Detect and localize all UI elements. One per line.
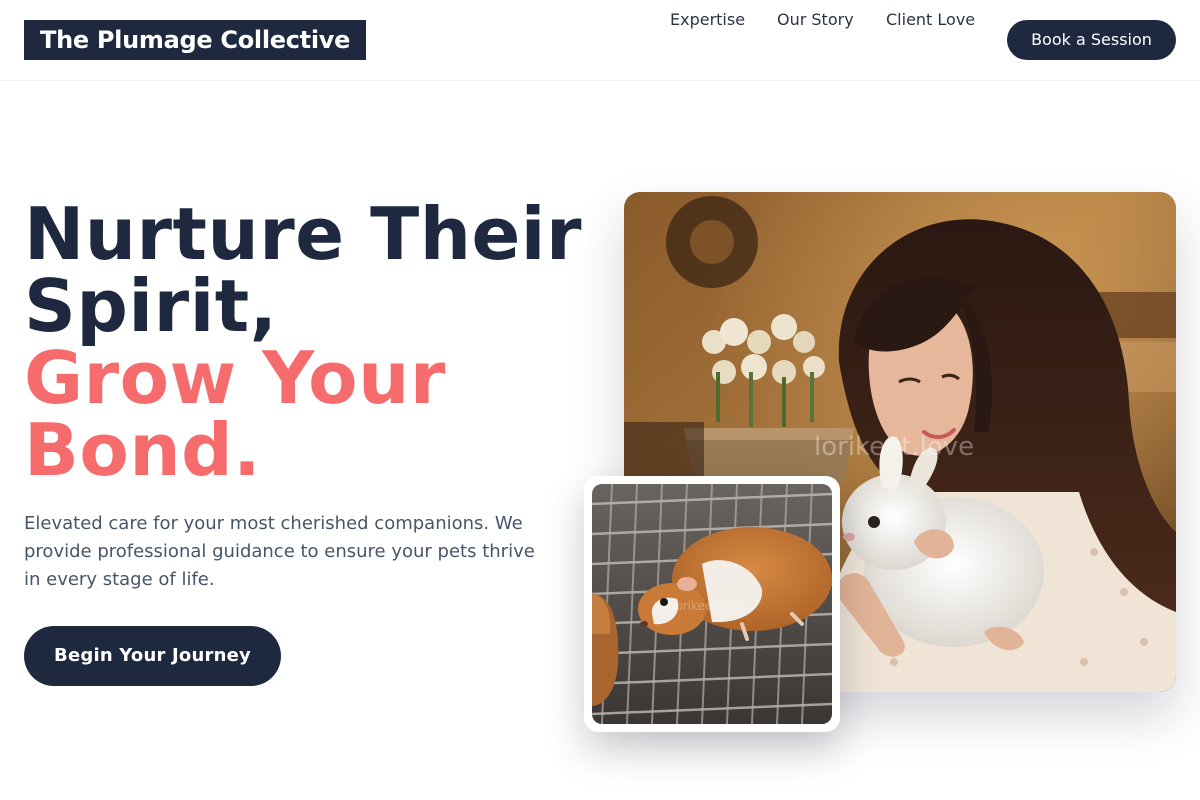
brand-logo[interactable]: The Plumage Collective bbox=[24, 20, 367, 60]
book-session-button[interactable]: Book a Session bbox=[1007, 20, 1176, 60]
small-photo-watermark: lorikeet.love bbox=[672, 599, 746, 613]
nav-link-expertise[interactable]: Expertise bbox=[670, 0, 745, 40]
nav-link-client-love[interactable]: Client Love bbox=[886, 0, 975, 40]
site-header: The Plumage Collective Expertise Our Sto… bbox=[0, 0, 1200, 81]
hero-heading-line-3: Grow Your bbox=[24, 336, 446, 420]
main-photo-watermark: lorikeet.love bbox=[814, 432, 975, 462]
hero-heading-line-1: Nurture Their bbox=[24, 192, 582, 276]
guinea-pig-photo-frame: lorikeet.love bbox=[584, 476, 840, 732]
hero-heading-line-2: Spirit, bbox=[24, 264, 278, 348]
begin-journey-button[interactable]: Begin Your Journey bbox=[24, 626, 281, 686]
hero-heading-line-4: Bond. bbox=[24, 408, 261, 492]
nav-link-our-story[interactable]: Our Story bbox=[777, 0, 854, 40]
hero-photo-guinea-pig: lorikeet.love bbox=[592, 484, 832, 724]
hero-heading: Nurture Their Spirit, Grow Your Bond. bbox=[24, 198, 604, 486]
hero-description: Elevated care for your most cherished co… bbox=[24, 513, 535, 590]
